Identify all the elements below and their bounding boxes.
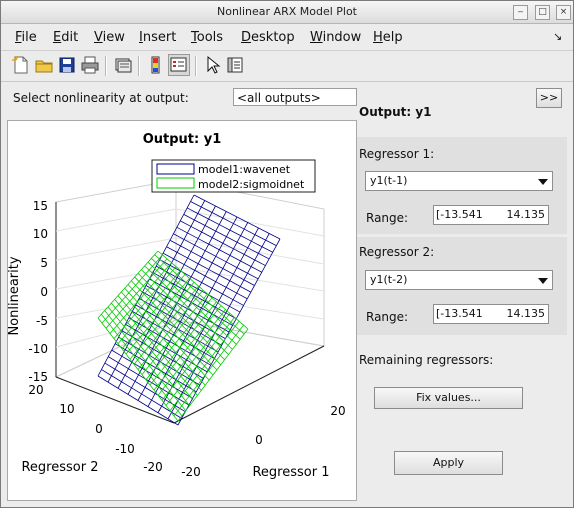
regressor2-range-min: [-13.541 xyxy=(436,307,483,320)
z-tick: 10 xyxy=(33,227,48,241)
mesh-line xyxy=(177,328,249,422)
wavenet-surface xyxy=(97,194,281,426)
open-file-icon[interactable] xyxy=(34,55,54,75)
z-tick: -15 xyxy=(28,370,48,384)
z-tick-labels: 15 10 5 0 -5 -10 -15 xyxy=(28,199,48,384)
toggle-panel-button[interactable]: >> xyxy=(536,88,562,108)
property-editor-icon[interactable] xyxy=(225,55,245,75)
regressor2-range-max: 14.135 xyxy=(506,307,546,320)
link-axes-icon[interactable] xyxy=(113,55,133,75)
z-tick: 15 xyxy=(33,199,48,213)
z-tick: 5 xyxy=(40,256,48,270)
menu-desktop[interactable]: Desktop xyxy=(241,30,295,45)
regressor1-range-min: [-13.541 xyxy=(436,208,483,221)
print-icon[interactable] xyxy=(80,55,100,75)
x-tick: 0 xyxy=(255,433,263,447)
output-select-row: Select nonlinearity at output: <all outp… xyxy=(7,85,357,111)
z-axis-label: Nonlinearity xyxy=(8,256,22,335)
regressor1-range-max: 14.135 xyxy=(506,208,546,221)
z-tick: -10 xyxy=(28,342,48,356)
panel-output-title: Output: y1 xyxy=(359,105,432,119)
surface-plot[interactable]: Output: y1 model1:wavenet model2:sigmoid… xyxy=(7,121,356,500)
remaining-regressors-label: Remaining regressors: xyxy=(359,353,494,367)
regressor2-range-label: Range: xyxy=(366,310,409,324)
x-tick: 20 xyxy=(330,404,345,418)
y-tick: 20 xyxy=(28,383,43,397)
y-tick: -10 xyxy=(115,442,135,456)
legend-entry-wavenet: model1:wavenet xyxy=(198,163,291,176)
legend-entry-sigmoidnet: model2:sigmoidnet xyxy=(198,178,305,191)
menu-insert[interactable]: Insert xyxy=(139,30,176,45)
regressor1-value: y1(t-1) xyxy=(370,174,408,187)
x-tick: -20 xyxy=(181,465,201,479)
menu-help[interactable]: Help xyxy=(373,30,403,45)
y-axis-label: Regressor 2 xyxy=(21,460,98,475)
menu-window[interactable]: Window xyxy=(310,30,361,45)
close-button[interactable]: × xyxy=(556,5,571,20)
menu-edit[interactable]: Edit xyxy=(53,30,78,45)
z-tick: 0 xyxy=(40,285,48,299)
apply-button[interactable]: Apply xyxy=(394,451,503,475)
sigmoidnet-surface xyxy=(97,250,249,422)
new-figure-icon[interactable] xyxy=(11,55,31,75)
regressor1-label: Regressor 1: xyxy=(359,147,435,161)
right-panel: >> Output: y1 Regressor 1: y1(t-1) Range… xyxy=(357,85,569,505)
chevron-down-icon xyxy=(538,179,548,185)
dock-icon[interactable]: ↘ xyxy=(553,30,562,43)
regressor2-value: y1(t-2) xyxy=(370,273,408,286)
pointer-icon[interactable] xyxy=(202,55,222,75)
legend[interactable]: model1:wavenet model2:sigmoidnet xyxy=(151,159,316,193)
x-axis-label: Regressor 1 xyxy=(252,465,329,480)
minimize-button[interactable]: ‒ xyxy=(513,5,528,20)
regressor2-label: Regressor 2: xyxy=(359,245,435,259)
regressor1-dropdown[interactable]: y1(t-1) xyxy=(365,171,553,191)
menu-view[interactable]: View xyxy=(94,30,125,45)
app-window: Nonlinear ARX Model Plot ‒ □ × File Edit… xyxy=(0,0,574,508)
menu-bar: File Edit View Insert Tools Desktop Wind… xyxy=(1,24,573,50)
regressor2-range-field[interactable]: [-13.541 14.135 xyxy=(433,304,549,324)
z-tick: -5 xyxy=(36,314,48,328)
maximize-button[interactable]: □ xyxy=(535,5,550,20)
fix-values-button[interactable]: Fix values... xyxy=(374,387,523,409)
menu-tools[interactable]: Tools xyxy=(191,30,223,45)
output-select-label: Select nonlinearity at output: xyxy=(13,91,189,105)
plot-title: Output: y1 xyxy=(143,132,222,147)
y-tick: -20 xyxy=(143,460,163,474)
mesh-line xyxy=(113,266,177,339)
regressor1-range-label: Range: xyxy=(366,211,409,225)
plot-panel: Output: y1 model1:wavenet model2:sigmoid… xyxy=(7,120,357,501)
regressor1-range-field[interactable]: [-13.541 14.135 xyxy=(433,205,549,225)
chevron-down-icon xyxy=(538,278,548,284)
regressor2-group: Regressor 2: y1(t-2) Range: [-13.541 14.… xyxy=(357,237,567,335)
mesh-line xyxy=(177,238,281,426)
menu-file[interactable]: File xyxy=(15,30,37,45)
save-icon[interactable] xyxy=(57,55,77,75)
toolbar xyxy=(1,50,573,82)
regressor2-dropdown[interactable]: y1(t-2) xyxy=(365,270,553,290)
colorbar-icon[interactable] xyxy=(146,55,166,75)
y-tick: 10 xyxy=(59,402,74,416)
legend-icon[interactable] xyxy=(168,54,190,76)
window-title: Nonlinear ARX Model Plot xyxy=(217,5,357,18)
regressor1-group: Regressor 1: y1(t-1) Range: [-13.541 14.… xyxy=(357,137,567,234)
title-bar: Nonlinear ARX Model Plot ‒ □ × xyxy=(1,1,573,24)
output-select-field[interactable]: <all outputs> xyxy=(233,88,357,106)
y-tick: 0 xyxy=(95,422,103,436)
